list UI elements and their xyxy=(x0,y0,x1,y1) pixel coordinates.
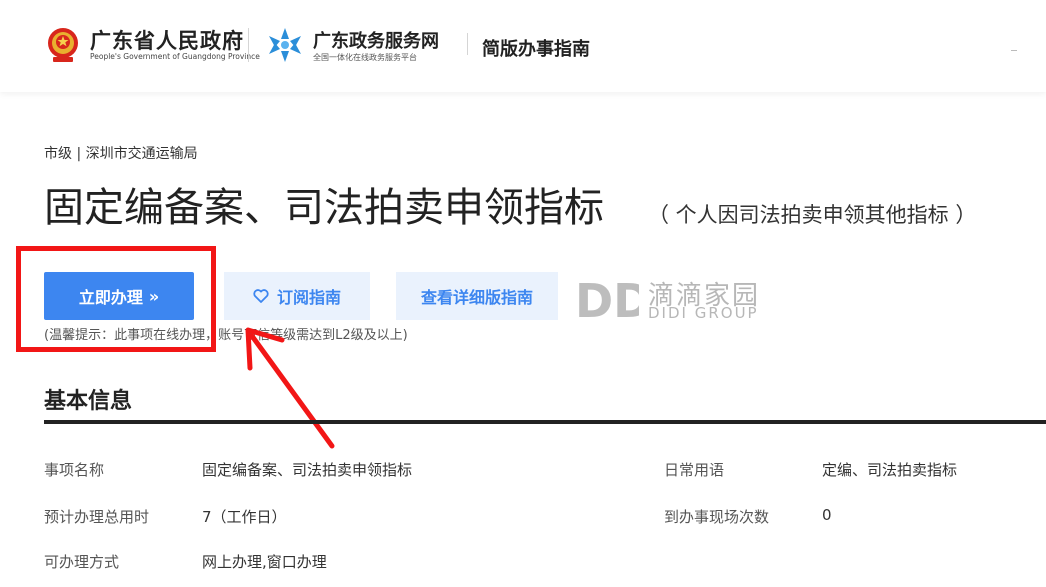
annotation-arrow-icon xyxy=(245,327,335,449)
guide-type-title: 简版办事指南 xyxy=(482,39,590,60)
info-value-name: 固定编备案、司法拍卖申领指标 xyxy=(202,461,413,479)
info-label-alias: 日常用语 xyxy=(664,461,725,479)
page-title: 固定编备案、司法拍卖申领指标 xyxy=(44,185,604,231)
national-emblem-icon[interactable] xyxy=(45,26,81,64)
watermark-mark: DD xyxy=(575,277,639,321)
section-title-basic-info: 基本信息 xyxy=(44,389,133,414)
info-label-visits: 到办事现场次数 xyxy=(664,508,770,526)
section-divider xyxy=(44,420,1046,424)
info-value-time: 7（工作日） xyxy=(202,508,287,526)
site-header: 广东省人民政府 People's Government of Guangdong… xyxy=(0,0,1046,92)
watermark-logo-icon: DD xyxy=(575,277,639,321)
portal-logo-icon[interactable] xyxy=(266,26,304,64)
info-label-time: 预计办理总用时 xyxy=(44,508,150,526)
watermark-text-en: DIDI GROUP xyxy=(648,304,759,322)
info-value-alias: 定编、司法拍卖指标 xyxy=(822,461,958,479)
info-value-visits: 0 xyxy=(822,506,832,524)
portal-subtitle: 全国一体化在线政务服务平台 xyxy=(313,53,417,62)
detailed-guide-button[interactable]: 查看详细版指南 xyxy=(396,272,558,320)
header-divider-2 xyxy=(467,33,468,55)
heart-icon xyxy=(253,289,269,303)
info-value-method: 网上办理,窗口办理 xyxy=(202,553,327,571)
subscribe-guide-label: 订阅指南 xyxy=(276,288,341,307)
gov-name-en: People's Government of Guangdong Provinc… xyxy=(90,52,260,61)
info-label-name: 事项名称 xyxy=(44,461,105,479)
gov-name[interactable]: 广东省人民政府 xyxy=(90,25,244,55)
header-mark xyxy=(1011,50,1017,51)
portal-name[interactable]: 广东政务服务网 xyxy=(313,27,439,53)
header-divider xyxy=(248,28,249,62)
breadcrumb: 市级 | 深圳市交通运输局 xyxy=(44,146,198,162)
detailed-guide-label: 查看详细版指南 xyxy=(420,288,533,307)
page-subtitle: （ 个人因司法拍卖申领其他指标 ） xyxy=(648,203,977,227)
annotation-highlight-box xyxy=(16,246,216,352)
info-label-method: 可办理方式 xyxy=(44,553,120,571)
